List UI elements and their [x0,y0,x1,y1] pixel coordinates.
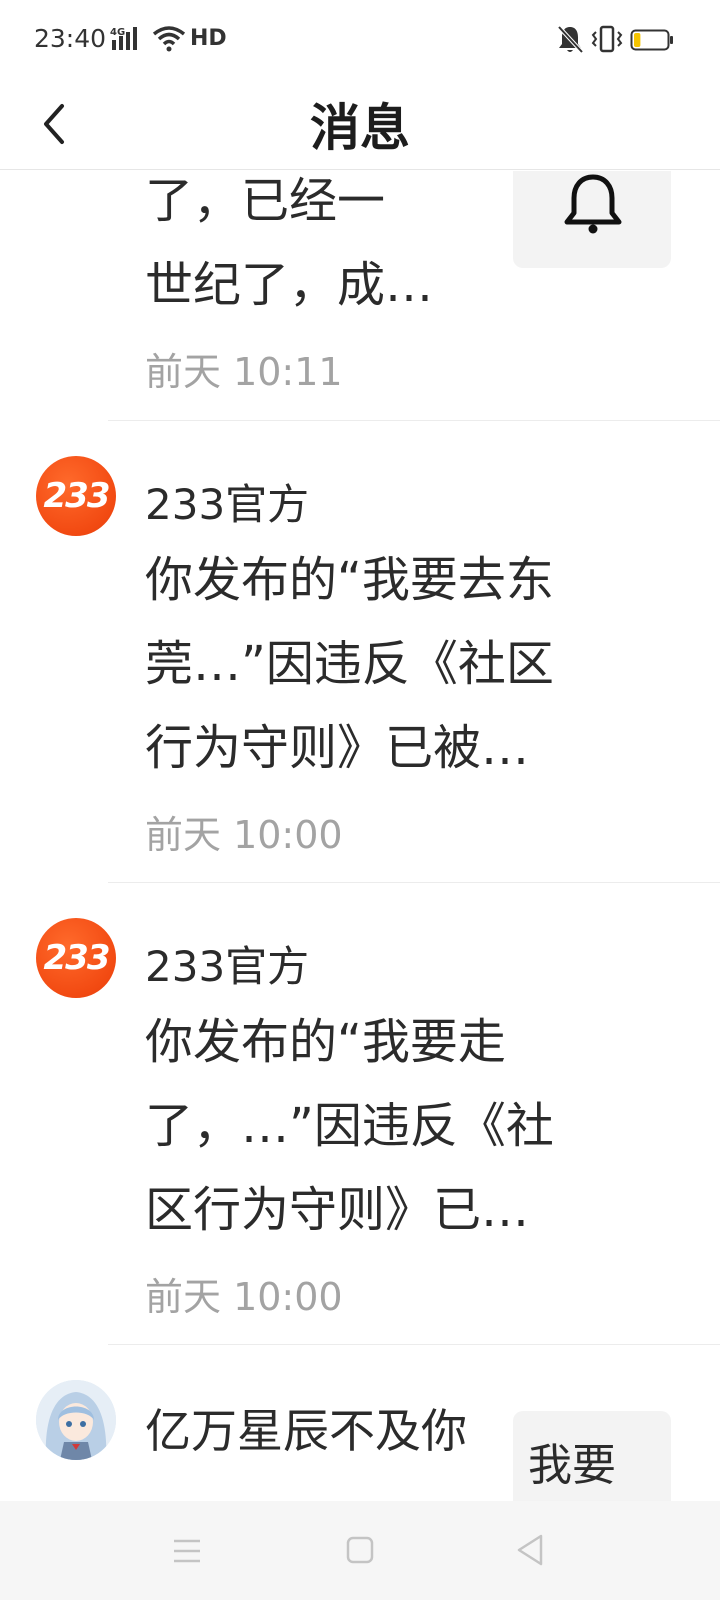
header: 消息 [0,80,720,170]
status-time: 23:40 [34,24,107,53]
mute-bell-icon [557,25,584,54]
avatar[interactable]: 233 [36,456,116,536]
message-time: 前天 10:11 [145,350,343,394]
home-icon[interactable] [346,1535,374,1565]
back-triangle-icon[interactable] [515,1533,545,1567]
avatar[interactable] [36,1380,116,1460]
thumbnail-text: 我要 [528,1440,616,1491]
sender-name: 233官方 [145,942,310,991]
message-item[interactable]: 了，已经一 世纪了，成… 前天 10:11 [0,171,720,421]
anime-avatar-image [36,1380,116,1460]
message-line: 行为守则》已被… [145,720,530,776]
message-content: 你发布的“我要走 了，…”因违反《社 区行为守则》已… [145,1000,625,1252]
bell-icon [564,174,622,234]
navigation-bar [0,1501,720,1600]
vibrate-icon [591,25,623,53]
status-bar: 23:40 4G HD [0,0,720,80]
page-title: 消息 [310,99,410,157]
message-line: 区行为守则》已… [145,1182,530,1238]
signal-icon: 4G [110,27,137,50]
message-time: 前天 10:00 [145,1275,343,1319]
avatar[interactable]: 233 [36,918,116,998]
message-content: 你发布的“我要去东 莞…”因违反《社区 行为守则》已被… [145,538,625,790]
message-item[interactable]: 233 233官方 你发布的“我要去东 莞…”因违反《社区 行为守则》已被… 前… [0,421,720,883]
message-item[interactable]: 亿万星辰不及你 我要 [0,1345,720,1501]
message-line: 你发布的“我要去东 [145,552,554,608]
message-list[interactable]: 了，已经一 世纪了，成… 前天 10:11 233 233官方 你发布的“我要去… [0,171,720,1501]
message-item[interactable]: 233 233官方 你发布的“我要走 了，…”因违反《社 区行为守则》已… 前天… [0,883,720,1345]
message-thumbnail[interactable]: 我要 [513,1411,671,1501]
menu-icon[interactable] [172,1537,202,1565]
message-line: 了，…”因违反《社 [145,1098,554,1154]
avatar-logo: 233 [43,476,111,516]
sender-name: 233官方 [145,480,310,529]
avatar-logo: 233 [43,938,111,978]
sender-name: 亿万星辰不及你 [145,1404,467,1458]
wifi-icon [152,26,186,52]
message-line: 莞…”因违反《社区 [145,636,554,692]
hd-indicator: HD [190,26,227,51]
message-time: 前天 10:00 [145,813,343,857]
message-line: 你发布的“我要走 [145,1014,506,1070]
battery-icon [630,29,673,51]
